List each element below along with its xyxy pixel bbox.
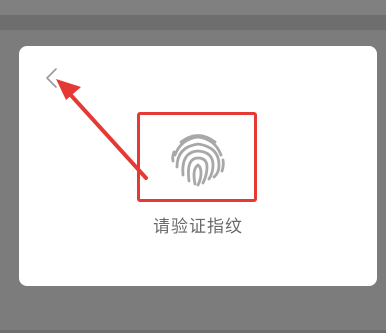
fingerprint-icon[interactable]	[167, 127, 229, 189]
fingerprint-prompt-text: 请验证指纹	[153, 217, 243, 237]
chevron-left-icon	[46, 68, 57, 88]
background-card-top	[0, 0, 386, 15]
fingerprint-dialog: 请验证指纹	[19, 46, 377, 286]
back-button[interactable]	[41, 66, 63, 90]
